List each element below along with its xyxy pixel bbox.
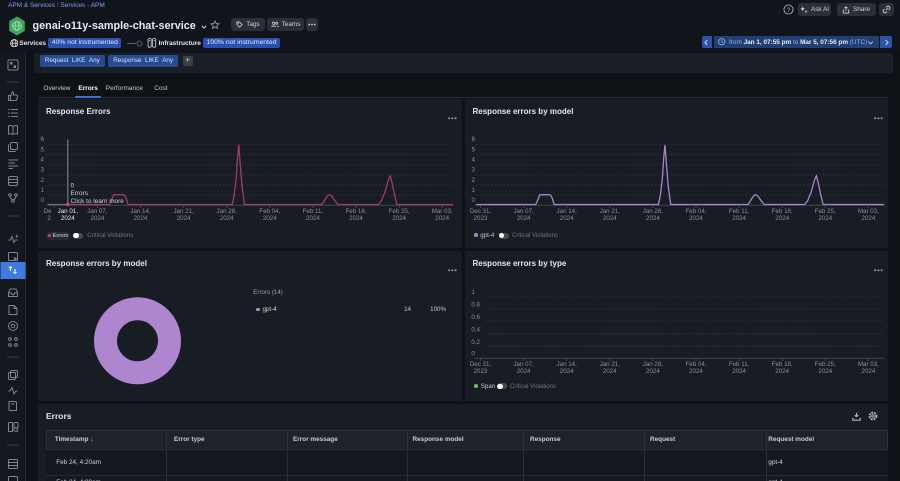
svg-text:4: 4 bbox=[472, 157, 476, 164]
svg-text:0.8: 0.8 bbox=[471, 301, 480, 308]
svg-text:2: 2 bbox=[41, 177, 45, 184]
svg-text:Click to learn more: Click to learn more bbox=[71, 198, 125, 205]
svg-text:1: 1 bbox=[471, 289, 475, 296]
svg-text:0: 0 bbox=[41, 197, 45, 204]
svg-text:1: 1 bbox=[41, 187, 45, 194]
svg-text:Errors: Errors bbox=[71, 190, 88, 197]
svg-text:0.2: 0.2 bbox=[471, 339, 480, 346]
svg-text:0.6: 0.6 bbox=[471, 314, 480, 321]
svg-text:0: 0 bbox=[472, 197, 476, 204]
svg-text:0.4: 0.4 bbox=[471, 326, 480, 333]
svg-text:5: 5 bbox=[41, 146, 45, 153]
svg-text:6: 6 bbox=[41, 136, 45, 143]
svg-text:2: 2 bbox=[472, 177, 476, 184]
svg-text:6: 6 bbox=[472, 136, 476, 143]
svg-text:3: 3 bbox=[472, 167, 476, 174]
svg-text:0: 0 bbox=[471, 351, 475, 358]
svg-text:1: 1 bbox=[472, 187, 476, 194]
svg-text:5: 5 bbox=[472, 146, 476, 153]
svg-text:3: 3 bbox=[41, 167, 45, 174]
svg-text:4: 4 bbox=[41, 157, 45, 164]
svg-text:0: 0 bbox=[71, 182, 75, 189]
